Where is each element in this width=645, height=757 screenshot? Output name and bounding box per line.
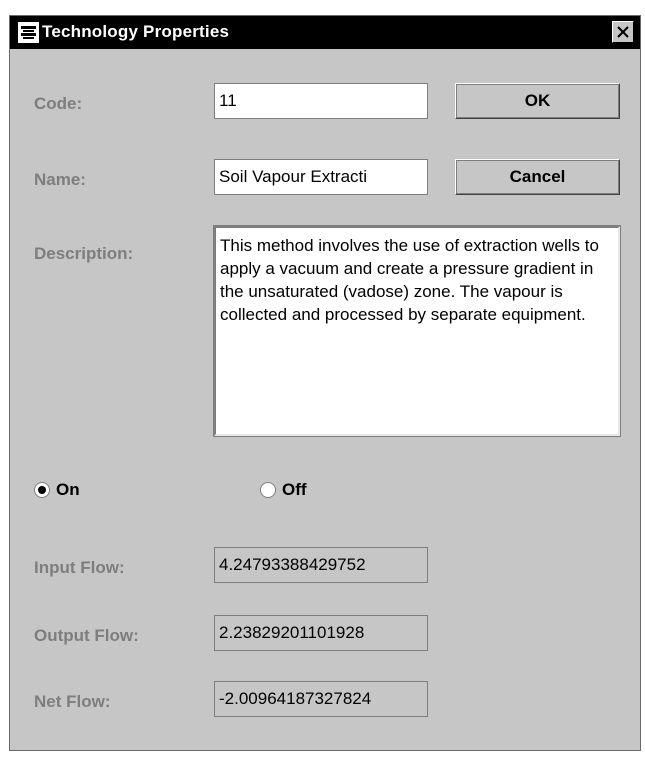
code-field[interactable]: 11 xyxy=(214,83,428,119)
net-flow-label: Net Flow: xyxy=(34,692,111,711)
radio-on-label: On xyxy=(56,480,80,499)
radio-off-indicator xyxy=(260,482,276,498)
radio-on[interactable]: On xyxy=(34,480,80,500)
input-flow-label: Input Flow: xyxy=(34,558,125,577)
cancel-button[interactable]: Cancel xyxy=(455,159,620,195)
name-field[interactable]: Soil Vapour Extracti xyxy=(214,159,428,195)
code-label: Code: xyxy=(34,94,83,113)
net-flow-field: -2.00964187327824 xyxy=(214,681,428,717)
description-textarea[interactable]: This method involves the use of extracti… xyxy=(213,225,621,437)
radio-selected-dot xyxy=(38,486,46,494)
input-flow-field: 4.24793388429752 xyxy=(214,547,428,583)
radio-off[interactable]: Off xyxy=(260,480,307,500)
app-icon xyxy=(17,21,40,44)
close-button[interactable] xyxy=(612,21,634,43)
ok-button[interactable]: OK xyxy=(455,83,620,119)
radio-off-label: Off xyxy=(282,480,307,499)
technology-properties-dialog: Technology Properties Code: 11 OK Name: … xyxy=(9,15,641,751)
description-label: Description: xyxy=(34,244,134,263)
window-title: Technology Properties xyxy=(42,22,230,41)
name-label: Name: xyxy=(34,170,86,189)
title-bar[interactable]: Technology Properties xyxy=(10,16,640,49)
output-flow-field: 2.23829201101928 xyxy=(214,615,428,651)
close-icon xyxy=(617,26,629,38)
output-flow-label: Output Flow: xyxy=(34,626,139,645)
radio-on-indicator xyxy=(34,482,50,498)
